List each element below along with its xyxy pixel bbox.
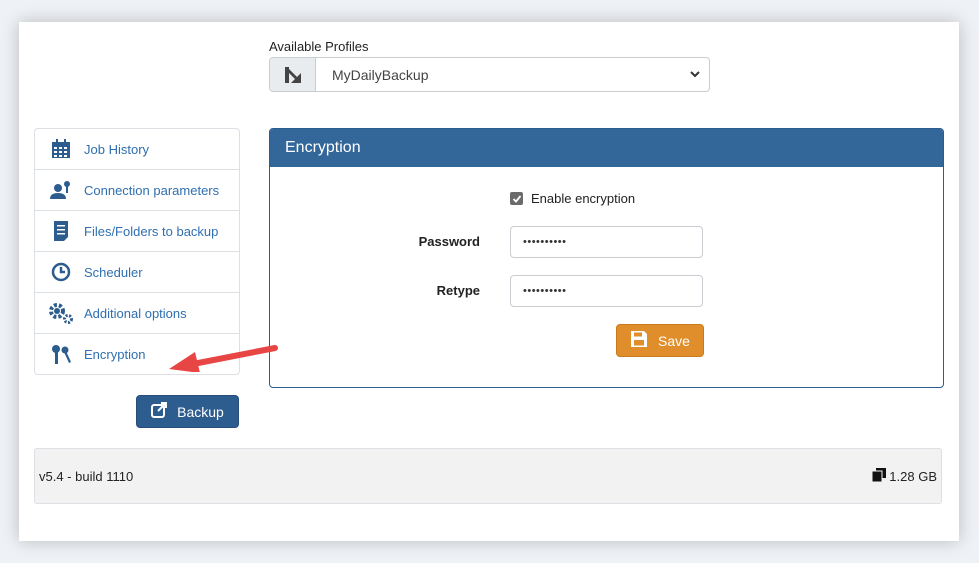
encryption-panel: Encryption Enable encryption Password ••…: [269, 128, 944, 388]
sidebar-nav: Job History Connection parameters Files/…: [34, 128, 240, 375]
sidebar-item-scheduler[interactable]: Scheduler: [35, 252, 239, 293]
sidebar-item-label: Additional options: [84, 305, 187, 321]
enable-encryption-label: Enable encryption: [531, 191, 636, 206]
enable-encryption-checkbox[interactable]: [510, 192, 523, 205]
version-text: v5.4 - build 1110: [39, 469, 134, 484]
user-key-icon: [48, 179, 74, 201]
status-footer: v5.4 - build 1110 1.28 GB: [34, 448, 942, 504]
floppy-disk-icon: [630, 330, 648, 351]
profile-edit-icon[interactable]: [270, 58, 316, 91]
sidebar-item-label: Files/Folders to backup: [84, 223, 219, 239]
sidebar-item-additional[interactable]: Additional options: [35, 293, 239, 334]
panel-title: Encryption: [270, 129, 943, 167]
keys-icon: [48, 343, 74, 365]
gears-icon: [48, 302, 74, 324]
sidebar-item-label: Encryption: [84, 346, 146, 362]
profiles-label: Available Profiles: [269, 39, 369, 54]
external-link-icon: [151, 402, 168, 421]
retype-label: Retype: [436, 283, 480, 298]
file-icon: [48, 220, 74, 242]
sidebar-item-connection[interactable]: Connection parameters: [35, 170, 239, 211]
sidebar-item-label: Scheduler: [84, 264, 143, 280]
clock-icon: [48, 261, 74, 283]
backup-button[interactable]: Backup: [136, 395, 239, 428]
sidebar-item-files[interactable]: Files/Folders to backup: [35, 211, 239, 252]
profile-dropdown[interactable]: MyDailyBackup: [316, 58, 709, 91]
sidebar-item-label: Job History: [84, 141, 150, 157]
sidebar-item-label: Connection parameters: [84, 182, 220, 198]
enable-encryption-row[interactable]: Enable encryption: [510, 191, 635, 206]
sidebar-item-encryption[interactable]: Encryption: [35, 334, 239, 374]
storage-value: 1.28 GB: [889, 469, 937, 484]
profile-select-group[interactable]: MyDailyBackup: [269, 57, 710, 92]
chevron-down-icon: [690, 71, 700, 78]
storage-usage: 1.28 GB: [871, 468, 937, 485]
save-button[interactable]: Save: [616, 324, 704, 357]
retype-field[interactable]: ••••••••••: [510, 275, 703, 307]
profile-selected-value: MyDailyBackup: [332, 66, 429, 83]
backup-button-label: Backup: [177, 403, 224, 420]
copy-icon: [871, 468, 887, 485]
app-window: Available Profiles MyDailyBackup Job His…: [19, 22, 959, 541]
calendar-icon: [48, 138, 74, 160]
sidebar-item-job-history[interactable]: Job History: [35, 129, 239, 170]
password-field[interactable]: ••••••••••: [510, 226, 703, 258]
save-button-label: Save: [658, 332, 690, 349]
password-label: Password: [418, 234, 480, 249]
